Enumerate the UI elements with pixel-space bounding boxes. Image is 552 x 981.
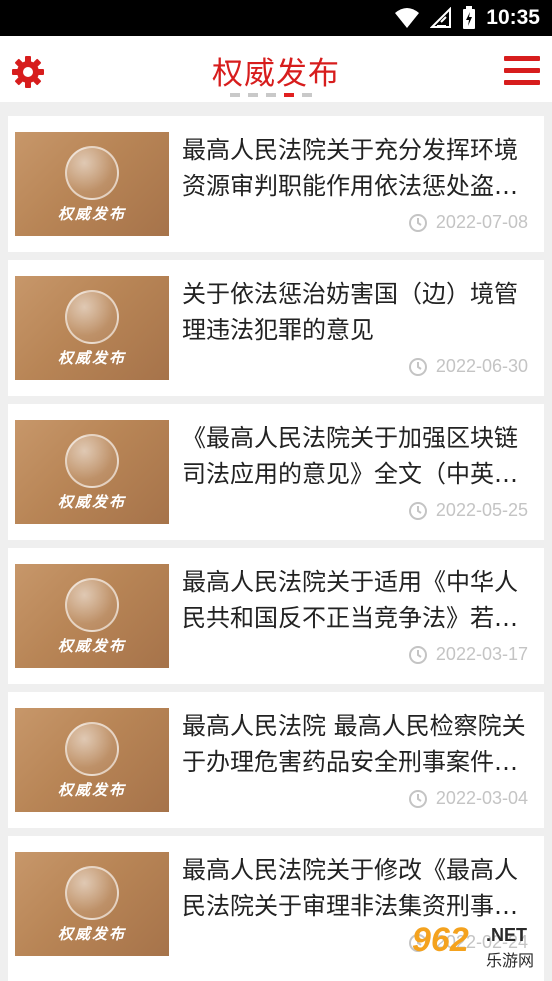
article-title: 关于依法惩治妨害国（边）境管理违法犯罪的意见 bbox=[182, 280, 518, 344]
page-dot bbox=[266, 93, 276, 97]
page-dot bbox=[302, 93, 312, 97]
article-title: 最高人民法院关于适用《中华人民共和国反不正当竞争法》若干问题的解释 bbox=[182, 568, 518, 632]
status-bar: 10:35 bbox=[0, 0, 552, 36]
clock-icon bbox=[408, 789, 427, 808]
page-dot bbox=[248, 93, 258, 97]
article-date: 2022-05-25 bbox=[408, 500, 528, 521]
list-item[interactable]: 权威发布 最高人民法院关于充分发挥环境资源审判职能作用依法惩处盗采矿产资源犯罪的… bbox=[8, 116, 544, 252]
article-thumbnail: 权威发布 bbox=[15, 852, 169, 956]
star-badge-icon bbox=[65, 866, 119, 920]
list-item[interactable]: 权威发布 《最高人民法院关于加强区块链司法应用的意见》全文（中英文版） 2022… bbox=[8, 404, 544, 540]
menu-icon-bar bbox=[504, 68, 540, 73]
star-badge-icon bbox=[65, 146, 119, 200]
site-watermark: 962 .NET 乐游网 bbox=[404, 921, 544, 971]
article-date-text: 2022-03-04 bbox=[435, 788, 528, 808]
menu-icon-bar bbox=[504, 80, 540, 85]
article-date-text: 2022-06-30 bbox=[435, 356, 528, 376]
article-date: 2022-06-30 bbox=[408, 356, 528, 377]
star-badge-icon bbox=[65, 434, 119, 488]
article-thumbnail: 权威发布 bbox=[15, 420, 169, 524]
article-date-text: 2022-07-08 bbox=[435, 212, 528, 232]
list-item[interactable]: 权威发布 关于依法惩治妨害国（边）境管理违法犯罪的意见 2022-06-30 bbox=[8, 260, 544, 396]
star-badge-icon bbox=[65, 722, 119, 776]
article-thumbnail: 权威发布 bbox=[15, 708, 169, 812]
clock-icon bbox=[408, 645, 427, 664]
article-title: 《最高人民法院关于加强区块链司法应用的意见》全文（中英文版） bbox=[182, 424, 518, 488]
list-item[interactable]: 权威发布 最高人民法院 最高人民检察院关于办理危害药品安全刑事案件适用法律若干问… bbox=[8, 692, 544, 828]
watermark-net: .NET bbox=[486, 925, 528, 945]
watermark-cn: 乐游网 bbox=[486, 951, 535, 970]
menu-icon bbox=[504, 56, 540, 61]
article-date: 2022-07-08 bbox=[408, 212, 528, 233]
page-indicator bbox=[230, 93, 312, 97]
article-date: 2022-03-17 bbox=[408, 644, 528, 665]
article-date: 2022-03-04 bbox=[408, 788, 528, 809]
page-dot-active bbox=[284, 93, 294, 97]
article-title: 最高人民法院关于充分发挥环境资源审判职能作用依法惩处盗采矿产资源犯罪的意见 bbox=[182, 136, 518, 200]
watermark-number: 962 bbox=[412, 921, 469, 959]
cellular-signal-icon bbox=[430, 7, 452, 28]
thumbnail-label: 权威发布 bbox=[57, 637, 126, 655]
star-badge-icon bbox=[65, 578, 119, 632]
app-bar: 权威发布 bbox=[0, 36, 552, 102]
clock-icon bbox=[408, 501, 427, 520]
star-badge-icon bbox=[65, 290, 119, 344]
article-date-text: 2022-03-17 bbox=[435, 644, 528, 664]
clock-icon bbox=[408, 213, 427, 232]
battery-charging-icon bbox=[463, 6, 476, 29]
article-title: 最高人民法院关于修改《最高人民法院关于审理非法集资刑事案件具体应用法律若干问题的… bbox=[182, 856, 518, 920]
thumbnail-label: 权威发布 bbox=[57, 205, 126, 223]
article-title: 最高人民法院 最高人民检察院关于办理危害药品安全刑事案件适用法律若干问题的解释 bbox=[182, 712, 526, 776]
list-item[interactable]: 权威发布 最高人民法院关于适用《中华人民共和国反不正当竞争法》若干问题的解释 2… bbox=[8, 548, 544, 684]
clock-icon bbox=[408, 357, 427, 376]
article-thumbnail: 权威发布 bbox=[15, 276, 169, 380]
thumbnail-label: 权威发布 bbox=[57, 925, 126, 943]
thumbnail-label: 权威发布 bbox=[57, 493, 126, 511]
page-title: 权威发布 bbox=[212, 56, 340, 92]
article-thumbnail: 权威发布 bbox=[15, 564, 169, 668]
status-time: 10:35 bbox=[486, 6, 540, 29]
article-date-text: 2022-05-25 bbox=[435, 500, 528, 520]
thumbnail-label: 权威发布 bbox=[57, 349, 126, 367]
page-dot bbox=[230, 93, 240, 97]
article-thumbnail: 权威发布 bbox=[15, 132, 169, 236]
thumbnail-label: 权威发布 bbox=[57, 781, 126, 799]
menu-button[interactable] bbox=[504, 56, 540, 88]
wifi-icon bbox=[395, 8, 420, 28]
